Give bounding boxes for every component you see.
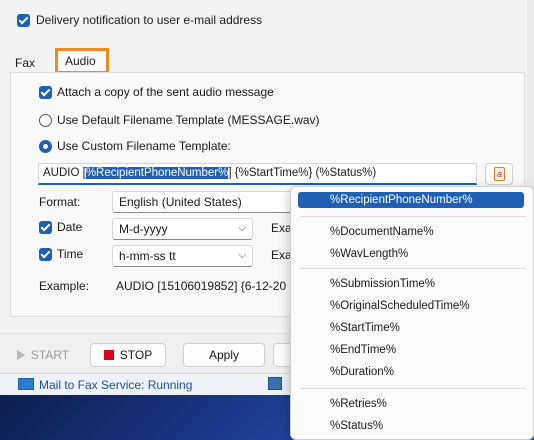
- menu-item-retries[interactable]: %Retries%: [330, 398, 387, 410]
- date-format-select[interactable]: M-d-yyyy ⌵: [112, 218, 253, 240]
- template-selected-text: %RecipientPhoneNumber%: [85, 167, 229, 179]
- date-example-label: Exar: [271, 221, 291, 235]
- delivery-notification-label: Delivery notification to user e-mail add…: [36, 13, 263, 27]
- menu-separator: [300, 268, 526, 269]
- service-icon: [268, 377, 282, 390]
- format-select[interactable]: English (United States): [112, 191, 292, 213]
- example-label: Example:: [39, 279, 90, 293]
- stop-icon: [103, 350, 114, 360]
- stop-label: STOP: [119, 348, 153, 362]
- start-label: START: [30, 348, 70, 362]
- tab-fax[interactable]: Fax: [10, 52, 52, 72]
- custom-template-radio[interactable]: [39, 140, 52, 153]
- menu-item-status[interactable]: %Status%: [330, 420, 383, 432]
- mail-to-fax-status: Mail to Fax Service: Running: [39, 378, 193, 392]
- custom-template-label: Use Custom Filename Template:: [57, 139, 231, 153]
- date-label: Date: [57, 220, 83, 234]
- chevron-down-icon: ⌵: [238, 223, 246, 234]
- tab-audio-label: Audio: [65, 54, 96, 68]
- time-example-label: Exar: [271, 248, 291, 262]
- menu-item-submission-time[interactable]: %SubmissionTime%: [330, 278, 435, 290]
- play-icon: [16, 350, 25, 360]
- start-button[interactable]: START: [5, 343, 81, 367]
- time-checkbox[interactable]: [39, 248, 52, 261]
- insert-variable-button[interactable]: a: [485, 163, 513, 185]
- template-suffix: ] {%StartTime%} (%Status%): [228, 167, 377, 179]
- variable-menu: [290, 186, 534, 440]
- menu-item-original-scheduled-time[interactable]: %OriginalScheduledTime%: [330, 300, 470, 312]
- tab-audio[interactable]: Audio: [55, 48, 109, 74]
- apply-button[interactable]: Apply: [183, 343, 265, 367]
- delivery-notification-checkbox[interactable]: [17, 14, 30, 27]
- menu-separator: [300, 388, 526, 389]
- template-input[interactable]: AUDIO [%RecipientPhoneNumber%] {%StartTi…: [38, 163, 477, 185]
- tab-fax-label: Fax: [15, 56, 36, 70]
- default-template-radio[interactable]: [39, 114, 52, 127]
- chevron-down-icon: ⌵: [238, 250, 246, 261]
- format-value: English (United States): [119, 195, 242, 209]
- apply-label: Apply: [208, 348, 240, 362]
- format-label: Format:: [39, 195, 81, 209]
- default-template-label: Use Default Filename Template (MESSAGE.w…: [57, 113, 320, 127]
- attach-copy-checkbox[interactable]: [39, 86, 52, 99]
- menu-item-document-name[interactable]: %DocumentName%: [330, 226, 434, 238]
- variable-icon: a: [494, 167, 505, 181]
- menu-item-recipient-phone[interactable]: %RecipientPhoneNumber%: [330, 194, 473, 206]
- date-checkbox[interactable]: [39, 221, 52, 234]
- menu-item-wav-length[interactable]: %WavLength%: [330, 248, 408, 260]
- date-format-value: M-d-yyyy: [119, 222, 168, 236]
- mail-to-fax-icon: [18, 378, 34, 390]
- stop-button[interactable]: STOP: [90, 343, 166, 367]
- template-prefix: AUDIO [: [43, 167, 86, 179]
- example-value: AUDIO [15106019852] {6-12-20: [116, 279, 287, 293]
- time-label: Time: [57, 247, 84, 261]
- time-format-select[interactable]: h-mm-ss tt ⌵: [112, 245, 253, 267]
- menu-separator: [300, 216, 526, 217]
- menu-item-start-time[interactable]: %StartTime%: [330, 322, 400, 334]
- menu-item-duration[interactable]: %Duration%: [330, 366, 394, 378]
- menu-item-end-time[interactable]: %EndTime%: [330, 344, 396, 356]
- time-format-value: h-mm-ss tt: [119, 249, 176, 263]
- attach-copy-label: Attach a copy of the sent audio message: [57, 85, 274, 99]
